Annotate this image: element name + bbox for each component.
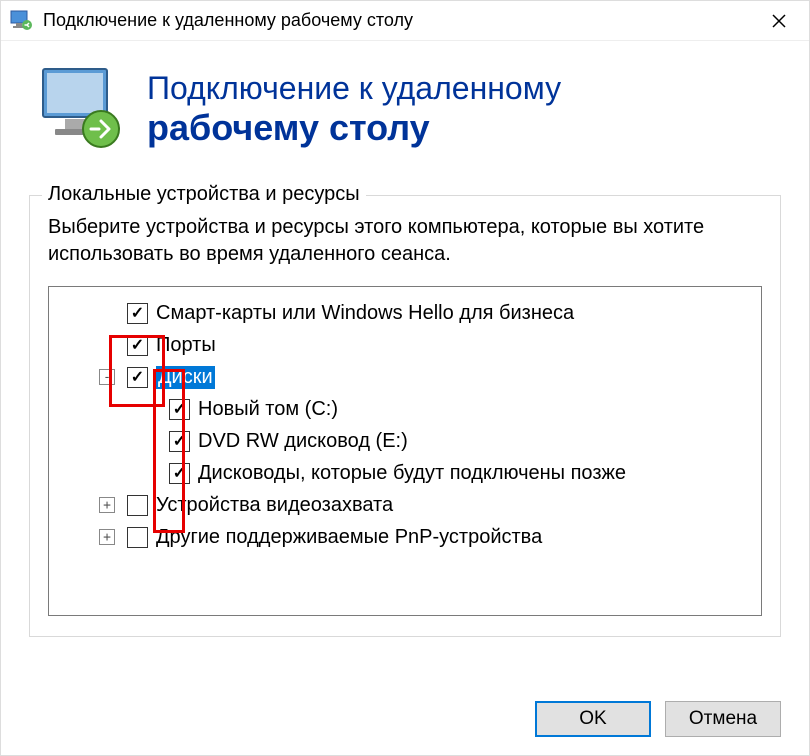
header-text: Подключение к удаленному рабочему столу <box>147 70 561 148</box>
label-drive-c: Новый том (C:) <box>198 398 338 421</box>
cancel-button[interactable]: Отмена <box>665 701 781 737</box>
checkbox-ports[interactable] <box>127 335 148 356</box>
devices-tree-panel: Смарт-карты или Windows Hello для бизнес… <box>48 286 762 616</box>
devices-tree: Смарт-карты или Windows Hello для бизнес… <box>49 297 761 553</box>
label-videocapture: Устройства видеозахвата <box>156 494 393 517</box>
checkbox-drives-later[interactable] <box>169 463 190 484</box>
close-button[interactable] <box>749 1 809 41</box>
header-line2: рабочему столу <box>147 107 561 148</box>
label-drive-e: DVD RW дисковод (E:) <box>198 430 408 453</box>
dialog-content: Локальные устройства и ресурсы Выберите … <box>1 185 809 683</box>
label-drives-later: Дисководы, которые будут подключены позж… <box>198 462 626 485</box>
tree-item-drives-later[interactable]: Дисководы, которые будут подключены позж… <box>49 457 761 489</box>
expander-videocapture[interactable]: + <box>99 497 115 513</box>
rdp-header-icon <box>37 63 129 155</box>
tree-item-ports[interactable]: Порты <box>49 329 761 361</box>
rdp-dialog: Подключение к удаленному рабочему столу … <box>0 0 810 756</box>
checkbox-videocapture[interactable] <box>127 495 148 516</box>
dialog-header: Подключение к удаленному рабочему столу <box>1 41 809 185</box>
tree-item-drive-c[interactable]: Новый том (C:) <box>49 393 761 425</box>
groupbox-title: Локальные устройства и ресурсы <box>42 183 366 206</box>
groupbox-description: Выберите устройства и ресурсы этого комп… <box>48 214 762 268</box>
rdp-app-icon <box>9 9 33 33</box>
checkbox-drive-c[interactable] <box>169 399 190 420</box>
checkbox-smartcards[interactable] <box>127 303 148 324</box>
titlebar-title: Подключение к удаленному рабочему столу <box>43 10 749 31</box>
ok-button[interactable]: OK <box>535 701 651 737</box>
label-ports: Порты <box>156 334 216 357</box>
label-pnp: Другие поддерживаемые PnP-устройства <box>156 526 542 549</box>
dialog-footer: OK Отмена <box>1 683 809 755</box>
local-resources-groupbox: Локальные устройства и ресурсы Выберите … <box>29 195 781 637</box>
label-drives: Диски <box>156 366 215 389</box>
header-line1: Подключение к удаленному <box>147 70 561 107</box>
tree-item-smartcards[interactable]: Смарт-карты или Windows Hello для бизнес… <box>49 297 761 329</box>
expander-drives[interactable]: - <box>99 369 115 385</box>
checkbox-pnp[interactable] <box>127 527 148 548</box>
tree-item-pnp[interactable]: + Другие поддерживаемые PnP-устройства <box>49 521 761 553</box>
checkbox-drives[interactable] <box>127 367 148 388</box>
tree-item-videocapture[interactable]: + Устройства видеозахвата <box>49 489 761 521</box>
checkbox-drive-e[interactable] <box>169 431 190 452</box>
titlebar: Подключение к удаленному рабочему столу <box>1 1 809 41</box>
label-smartcards: Смарт-карты или Windows Hello для бизнес… <box>156 302 574 325</box>
tree-item-drive-e[interactable]: DVD RW дисковод (E:) <box>49 425 761 457</box>
expander-pnp[interactable]: + <box>99 529 115 545</box>
tree-item-drives[interactable]: - Диски <box>49 361 761 393</box>
